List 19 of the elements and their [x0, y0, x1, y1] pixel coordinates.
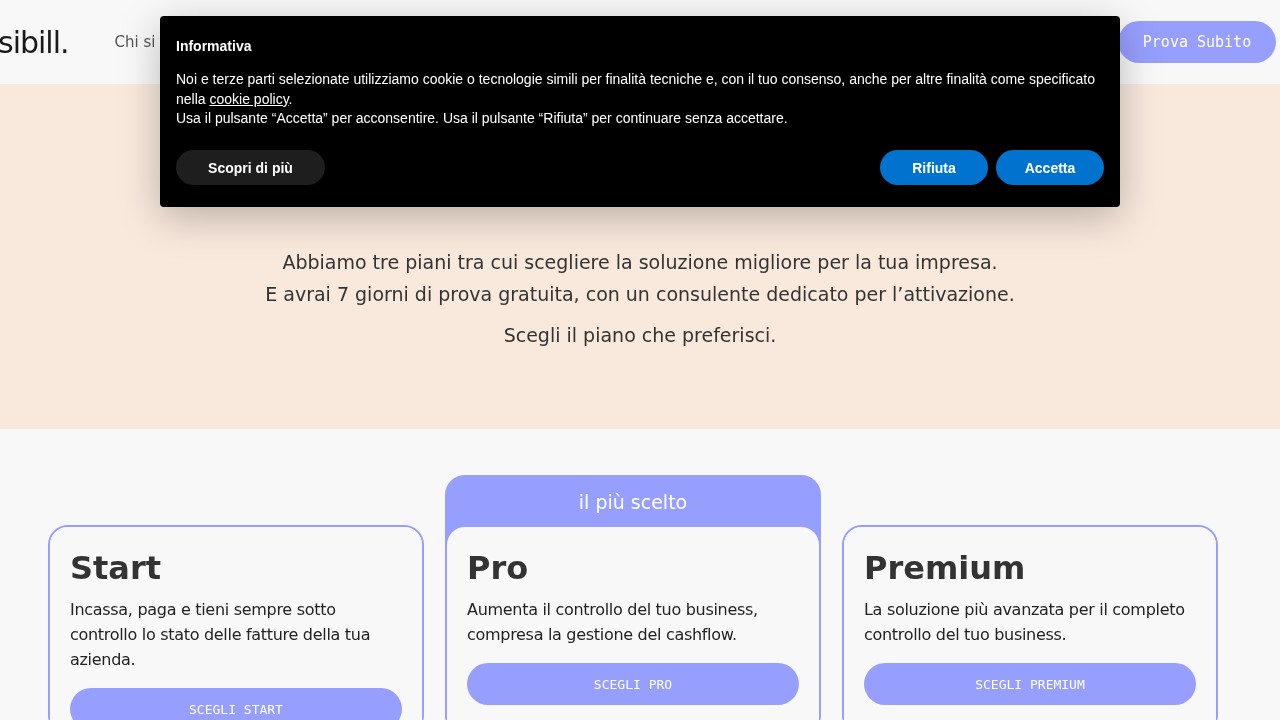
plan-description: La soluzione più avanzata per il completo controllo del tuo business. — [864, 599, 1186, 646]
plan-description: Aumenta il controllo del tuo business, compresa la gestione del cashflow. — [467, 599, 759, 646]
nav-link[interactable]: Chi si — [114, 33, 156, 51]
banner-text: Usa il pulsante “Accetta” per acconsentire. Usa il pulsante “Rifiuta” per continuare senza accettare. — [176, 109, 789, 128]
logo[interactable]: sibill. — [0, 24, 69, 60]
plan-name: Start — [70, 549, 162, 587]
hero-text: Abbiamo tre piani tra cui scegliere la soluzione migliore per la tua impresa. — [282, 250, 998, 275]
banner-text: Noi e terze parti selezionate utilizziamo cookie o tecnologie simili per finalità tecniche e, con il tuo consenso, anche per altre finalità come specificato nella cookie policy. — [176, 70, 1097, 109]
hero-prompt: Scegli il piano che preferisci. — [503, 324, 777, 346]
banner-button[interactable]: Accetta — [996, 150, 1104, 185]
banner-button[interactable]: Scopri di più — [176, 150, 325, 185]
plan-name: Premium — [864, 549, 1027, 587]
banner-title: Informativa — [176, 38, 253, 54]
popular-label: il più scelto — [577, 490, 689, 515]
hero-text: E avrai 7 giorni di prova gratuita, con un consulente dedicato per l’attivazione. — [265, 282, 1015, 307]
plan-description: Incassa, paga e tieni sempre sotto controllo lo stato delle fatture della tua azienda. — [70, 599, 372, 671]
cookie-policy-link[interactable]: cookie policy — [209, 90, 289, 107]
banner-button[interactable]: Rifiuta — [880, 150, 988, 185]
plan-name: Pro — [467, 549, 530, 587]
